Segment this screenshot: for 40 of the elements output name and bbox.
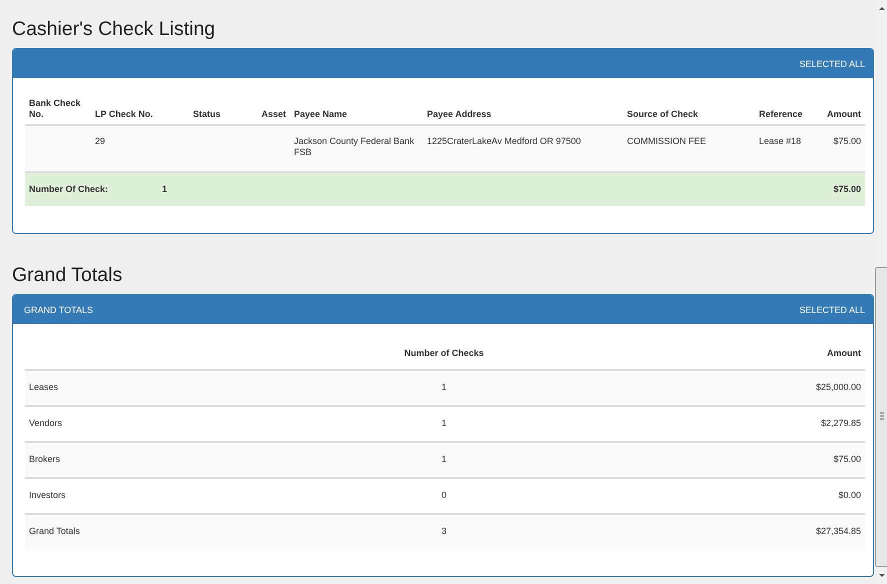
- table-cell: 0: [441, 490, 446, 500]
- total-amount: $75.00: [833, 184, 861, 194]
- column-header: Asset: [261, 109, 286, 119]
- table-cell: $25,000.00: [816, 382, 861, 392]
- column-header: Reference: [759, 109, 803, 119]
- table-cell: 1: [441, 382, 446, 392]
- row-label: Investors: [29, 490, 66, 500]
- column-header: LP Check No.: [95, 109, 153, 119]
- table-cell: 3: [441, 526, 446, 536]
- footer-label: Number Of Check:: [29, 184, 110, 195]
- row-label: Vendors: [29, 418, 62, 428]
- panel-heading: GRAND TOTALS: [24, 304, 94, 314]
- column-header: Payee Address: [427, 109, 492, 119]
- select-all-link[interactable]: SELECTED ALL: [799, 304, 865, 314]
- table-cell: 1: [441, 418, 446, 428]
- section-title: Grand Totals: [12, 264, 124, 286]
- section-title: Cashier's Check Listing: [12, 18, 216, 40]
- column-header: Number of Checks: [404, 348, 484, 358]
- column-header: Amount: [827, 109, 861, 119]
- table-cell: $2,279.85: [820, 418, 861, 428]
- table-cell: Jackson County Federal Bank FSB: [294, 136, 414, 157]
- column-header: Bank Check No.: [29, 98, 81, 119]
- row-label: Leases: [29, 382, 58, 392]
- column-header: Status: [193, 109, 221, 119]
- table-cell: 1225CraterLakeAv Medford OR 97500: [427, 136, 581, 146]
- table-cell: Lease #18: [759, 136, 802, 146]
- table-cell: 1: [441, 454, 446, 464]
- row-label: Brokers: [29, 454, 60, 464]
- table-cell: COMMISSION FEE: [627, 136, 706, 146]
- table-cell: $0.00: [838, 490, 861, 500]
- row-label: Grand Totals: [29, 526, 80, 536]
- select-all-link[interactable]: SELECTED ALL: [799, 58, 865, 68]
- column-header: Source of Check: [627, 109, 698, 119]
- table-cell: $27,354.85: [816, 526, 861, 536]
- table-cell: $75.00: [833, 454, 861, 464]
- table-cell: 29: [95, 136, 106, 146]
- column-header: Amount: [827, 348, 861, 358]
- table-cell: $75.00: [833, 136, 861, 146]
- column-header: Payee Name: [294, 109, 348, 119]
- check-count: 1: [162, 184, 168, 195]
